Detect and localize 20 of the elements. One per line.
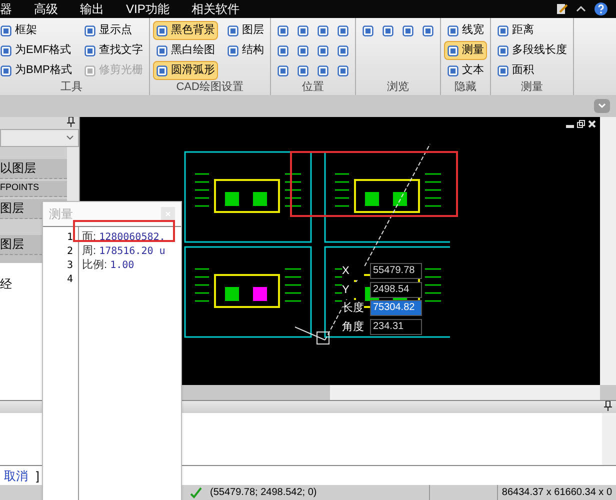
line-value: 1280060582. (99, 230, 166, 244)
line-label: 比例: (82, 258, 108, 273)
group-title: 浏览 (386, 80, 409, 95)
group-title: 位置 (302, 80, 324, 95)
group-title: 隐藏 (454, 80, 476, 95)
line-number: 2 (66, 245, 73, 258)
line-number: 1 (66, 231, 73, 244)
panel-text: 经 (0, 277, 12, 291)
coordinates-text: (55479.78; 2498.542; 0) (210, 485, 430, 500)
extents-text: 86434.37 x 61660.34 x 0 (496, 485, 616, 500)
line-value: 178516.20 u (99, 244, 166, 258)
line-number: 4 (66, 273, 73, 286)
group-title: 工具 (60, 80, 82, 95)
line-label: 周: (82, 244, 96, 259)
line-value: 1.00 (110, 258, 134, 272)
group-title: 测量 (520, 80, 543, 95)
group-title: CAD绘图设置 (176, 80, 244, 95)
readout-label: X (342, 263, 364, 280)
bracket-text: ] (36, 468, 40, 484)
line-number: 3 (66, 259, 73, 272)
